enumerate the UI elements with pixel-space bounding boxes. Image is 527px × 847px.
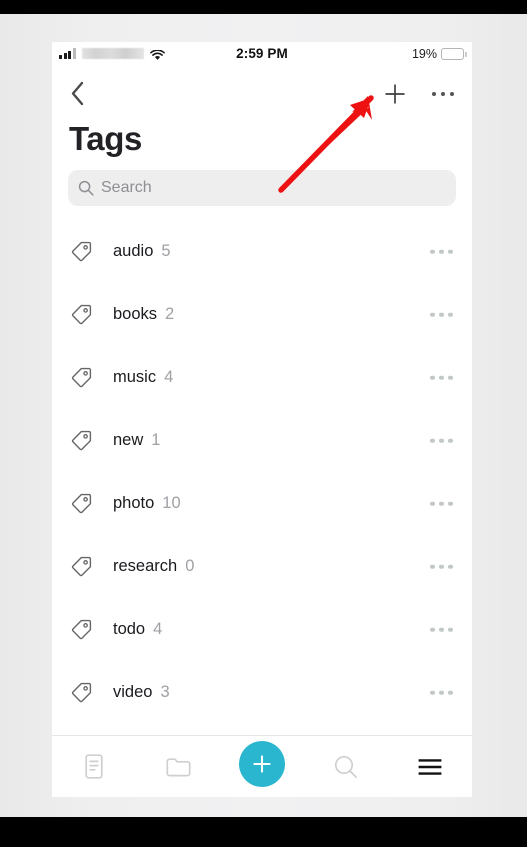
list-item[interactable]: books 2: [52, 283, 472, 346]
search-icon: [334, 755, 358, 778]
tag-count: 2: [165, 305, 175, 323]
add-tag-button[interactable]: [380, 79, 410, 109]
ellipsis-icon: [449, 91, 455, 97]
tag-count: 5: [161, 242, 171, 260]
list-item[interactable]: music 4: [52, 346, 472, 409]
menu-icon: [418, 758, 442, 775]
tag-icon: [69, 492, 93, 516]
bottom-tab-bar: [52, 735, 472, 797]
row-more-button[interactable]: [426, 367, 457, 388]
tab-menu[interactable]: [388, 736, 472, 797]
tag-count: 3: [160, 683, 170, 701]
chevron-left-icon: [71, 81, 83, 105]
tab-search[interactable]: [304, 736, 388, 797]
ellipsis-icon: [431, 91, 437, 97]
row-more-button[interactable]: [426, 682, 457, 703]
row-more-button[interactable]: [426, 430, 457, 451]
tag-count: 4: [164, 368, 174, 386]
page-title: Tags: [69, 120, 142, 157]
row-more-button[interactable]: [426, 241, 457, 262]
tag-name: audio: [113, 242, 154, 260]
tag-icon: [69, 681, 93, 705]
tag-list: audio 5 books 2 music 4 new 1 photo 10 r…: [52, 220, 472, 724]
tag-name: todo: [113, 620, 146, 638]
plus-icon: [385, 84, 405, 104]
tag-name: music: [113, 368, 157, 386]
list-item[interactable]: video 3: [52, 661, 472, 724]
tab-folders[interactable]: [136, 736, 220, 797]
plus-icon: [253, 754, 271, 773]
search-icon: [78, 180, 94, 196]
tag-count: 4: [153, 620, 163, 638]
letterbox-bottom: [0, 817, 527, 847]
row-more-button[interactable]: [426, 493, 457, 514]
tag-icon: [69, 555, 93, 579]
status-bar-clock: 2:59 PM: [236, 46, 288, 61]
tag-icon: [69, 429, 93, 453]
create-fab-button[interactable]: [239, 740, 285, 787]
tag-name: video: [113, 683, 153, 701]
list-item[interactable]: new 1: [52, 409, 472, 472]
list-item[interactable]: audio 5: [52, 220, 472, 283]
search-input[interactable]: Search: [68, 170, 456, 206]
tab-notes[interactable]: [52, 736, 136, 797]
tag-count: 0: [185, 557, 195, 575]
row-more-button[interactable]: [426, 304, 457, 325]
status-bar: 2:59 PM 19%: [52, 42, 472, 70]
back-button[interactable]: [62, 78, 92, 108]
tag-icon: [69, 303, 93, 327]
notes-icon: [85, 754, 103, 779]
tag-count: 10: [162, 494, 181, 512]
list-item[interactable]: research 0: [52, 535, 472, 598]
more-options-button[interactable]: [426, 79, 460, 109]
tag-icon: [69, 240, 93, 264]
tag-name: books: [113, 305, 158, 323]
row-more-button[interactable]: [426, 556, 457, 577]
tag-count: 1: [151, 431, 161, 449]
row-more-button[interactable]: [426, 619, 457, 640]
tag-icon: [69, 618, 93, 642]
ellipsis-icon: [440, 91, 446, 97]
list-item[interactable]: todo 4: [52, 598, 472, 661]
tag-icon: [69, 366, 93, 390]
tag-name: new: [113, 431, 144, 449]
status-bar-right: 19%: [411, 47, 467, 61]
tab-create[interactable]: [220, 736, 304, 797]
phone-screenshot: 2:59 PM 19% Tags Search audio 5 books 2 …: [52, 42, 472, 797]
tag-name: photo: [113, 494, 155, 512]
letterbox-top: [0, 0, 527, 14]
folder-icon: [165, 757, 191, 776]
battery-percent-label: 19%: [411, 47, 437, 61]
navigation-bar: [52, 70, 472, 118]
search-section: Search: [52, 158, 472, 206]
search-placeholder: Search: [101, 179, 152, 196]
tag-name: research: [113, 557, 178, 575]
battery-icon: [441, 48, 467, 60]
list-item[interactable]: photo 10: [52, 472, 472, 535]
